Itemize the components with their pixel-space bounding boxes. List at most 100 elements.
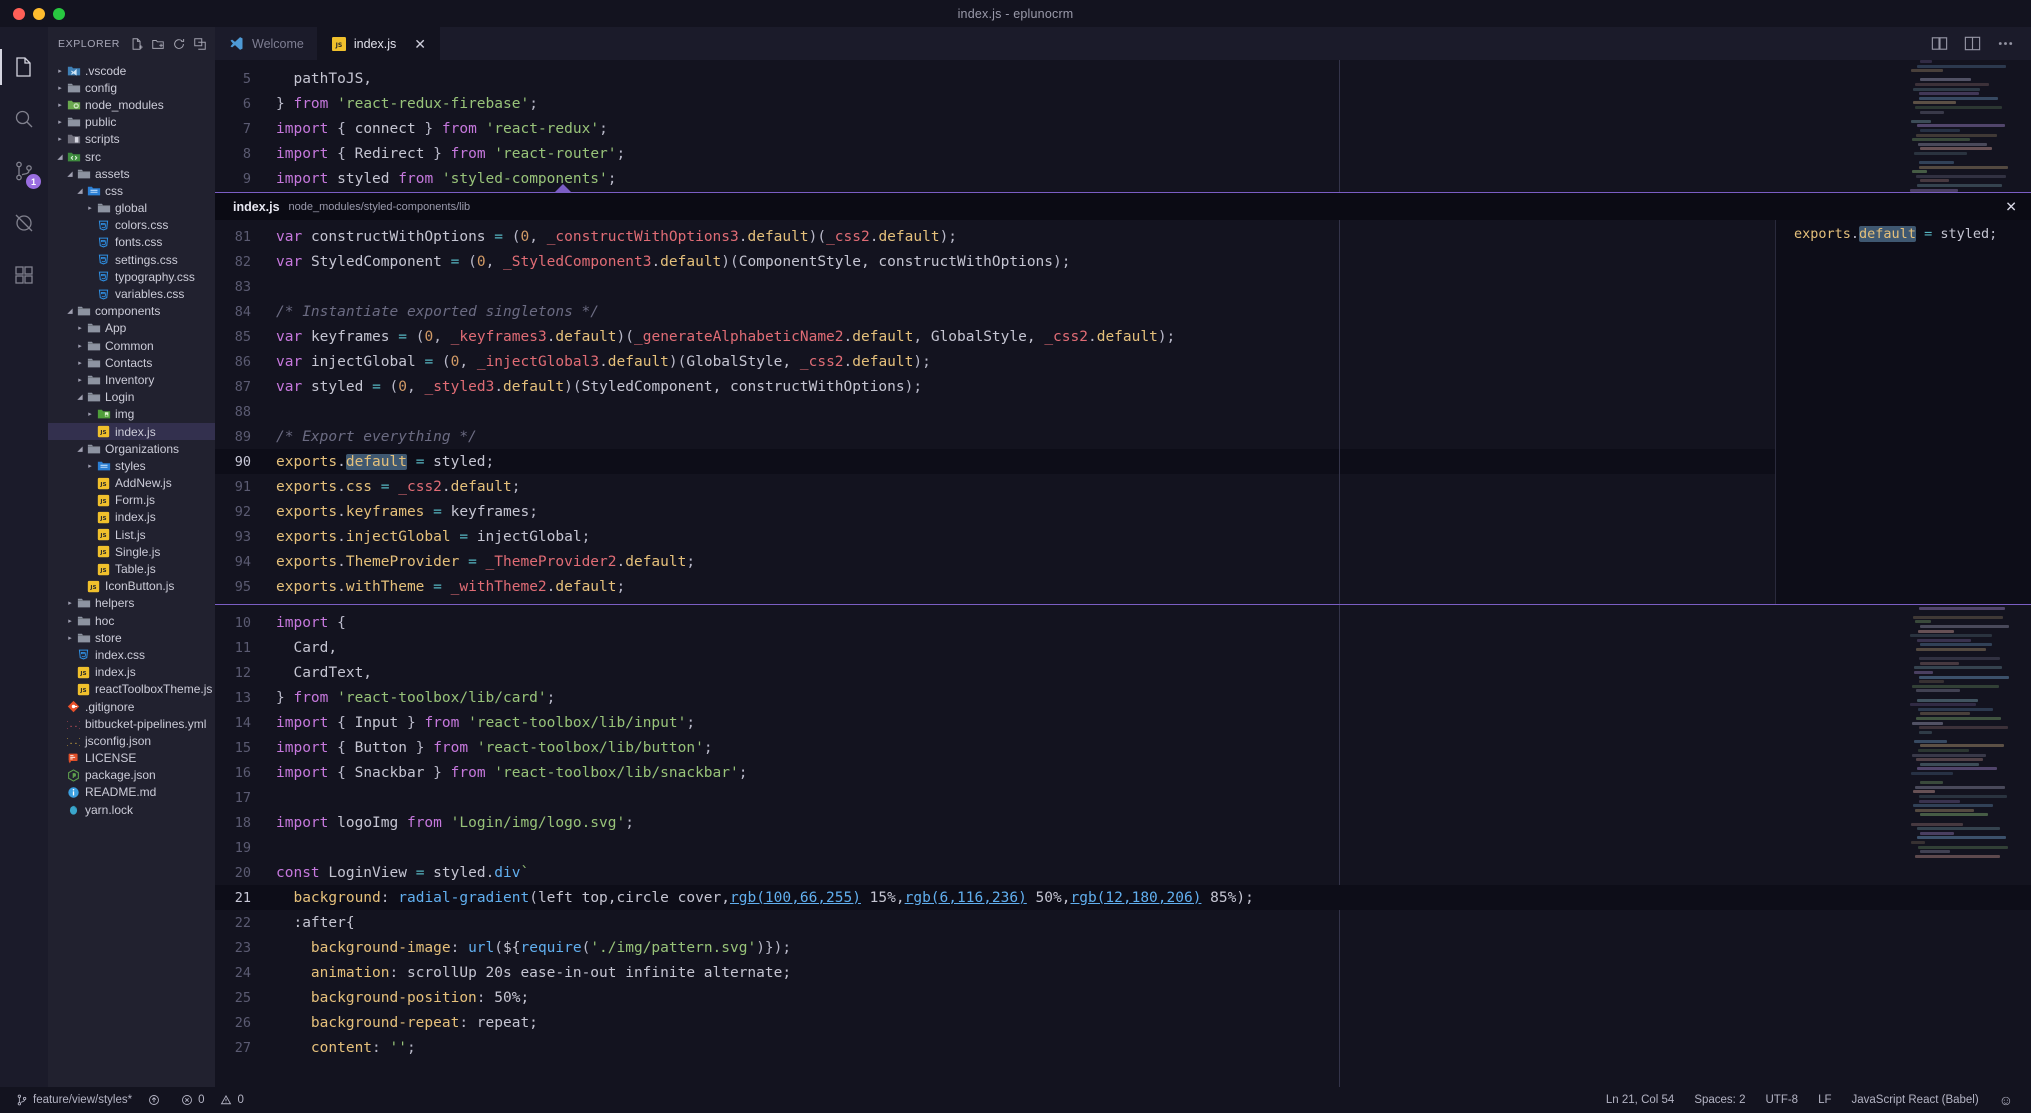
tree-folder-public[interactable]: ▸ public: [48, 114, 215, 131]
svg-text:JS: JS: [99, 482, 106, 488]
tree-file-index-css[interactable]: index.css: [48, 646, 215, 663]
collapse-all-icon[interactable]: [190, 34, 209, 53]
tree-folder-contacts[interactable]: ▸ Contacts: [48, 354, 215, 371]
tree-folder-helpers[interactable]: ▸ helpers: [48, 595, 215, 612]
activity-source-control[interactable]: 1: [0, 145, 48, 197]
tree-file-single-js[interactable]: JS Single.js: [48, 543, 215, 560]
code-line-text: background-image: url(${require('./img/p…: [310, 939, 792, 956]
status-errors[interactable]: 0: [173, 1087, 212, 1113]
peek-body[interactable]: 81 var constructWithOptions = (0, _constr…: [215, 220, 2031, 604]
tree-item-label: package.json: [85, 768, 156, 783]
folder-icon: [76, 304, 91, 318]
peek-indent-guide: [1339, 220, 1340, 604]
tree-file-package-json[interactable]: package.json: [48, 767, 215, 784]
tree-folder-img[interactable]: ▸ img: [48, 406, 215, 423]
status-cursor-position[interactable]: Ln 21, Col 54: [1596, 1087, 1684, 1113]
css-file-icon: [76, 648, 91, 661]
status-feedback-smiley-icon[interactable]: ☺: [1989, 1087, 2023, 1113]
tree-item-label: Contacts: [105, 355, 153, 370]
tree-file-reacttoolboxtheme-js[interactable]: JS reactToolboxTheme.js: [48, 681, 215, 698]
tree-file-list-js[interactable]: JS List.js: [48, 526, 215, 543]
tree-folder-inventory[interactable]: ▸ Inventory: [48, 371, 215, 388]
status-indentation[interactable]: Spaces: 2: [1684, 1087, 1755, 1113]
tree-file-jsconfig-json[interactable]: {..} jsconfig.json: [48, 732, 215, 749]
split-editor-icon[interactable]: [1963, 34, 1982, 53]
close-tab-icon[interactable]: ✕: [414, 37, 426, 51]
activity-search[interactable]: [0, 93, 48, 145]
tree-folder-app[interactable]: ▸ App: [48, 320, 215, 337]
file-tree[interactable]: ▸ .vscode ▸ config ▸ node_modules ▸ public ▸ sc…: [48, 60, 215, 1087]
code-line: 91 exports.css = _css2.default;: [215, 474, 2031, 499]
line-number: 83: [234, 278, 251, 295]
tree-file-readme-md[interactable]: README.md: [48, 784, 215, 801]
tree-file-settings-css[interactable]: settings.css: [48, 251, 215, 268]
chevron-down-icon: ◢: [77, 445, 83, 453]
tree-file-index-js[interactable]: JS index.js: [48, 422, 215, 441]
status-branch[interactable]: feature/view/styles*: [8, 1087, 140, 1113]
status-warnings[interactable]: 0: [212, 1087, 251, 1113]
line-number: 85: [234, 328, 251, 345]
tree-file-addnew-js[interactable]: JS AddNew.js: [48, 475, 215, 492]
new-file-icon[interactable]: [127, 34, 146, 53]
js-file-icon: JS: [76, 683, 91, 696]
tree-folder-login[interactable]: ◢ Login: [48, 389, 215, 406]
code-editor[interactable]: 5 pathToJS, 6} from 'react-redux-firebase…: [215, 60, 2031, 1087]
tree-folder-store[interactable]: ▸ store: [48, 629, 215, 646]
line-number: 10: [234, 614, 251, 631]
css-file-icon: [96, 253, 111, 266]
vscode-icon: [229, 36, 244, 51]
tree-file-variables-css[interactable]: variables.css: [48, 285, 215, 302]
ellipsis-icon[interactable]: [1996, 34, 2015, 53]
tree-file-iconbutton-js[interactable]: JS IconButton.js: [48, 578, 215, 595]
tree-file-yarn-lock[interactable]: yarn.lock: [48, 801, 215, 818]
tree-folder-common[interactable]: ▸ Common: [48, 337, 215, 354]
tree-folder-css[interactable]: ◢ css: [48, 182, 215, 199]
tree-file-index-js[interactable]: JS index.js: [48, 509, 215, 526]
tree-folder-styles[interactable]: ▸ styles: [48, 457, 215, 474]
tree-item-label: .vscode: [85, 63, 127, 78]
tree-item-label: App: [105, 321, 127, 336]
tree-folder-organizations[interactable]: ◢ Organizations: [48, 440, 215, 457]
tree-item-label: .gitignore: [85, 699, 135, 714]
peek-close-icon[interactable]: ✕: [2005, 198, 2017, 215]
new-folder-icon[interactable]: [148, 34, 167, 53]
activity-debug[interactable]: [0, 197, 48, 249]
tree-folder-scripts[interactable]: ▸ scripts: [48, 131, 215, 148]
status-eol[interactable]: LF: [1808, 1087, 1841, 1113]
tree-folder-global[interactable]: ▸ global: [48, 200, 215, 217]
status-encoding[interactable]: UTF-8: [1755, 1087, 1808, 1113]
line-number: 22: [234, 914, 251, 931]
tree-item-label: List.js: [115, 527, 146, 542]
tree-file-table-js[interactable]: JS Table.js: [48, 560, 215, 577]
tree-folder--vscode[interactable]: ▸ .vscode: [48, 62, 215, 79]
tree-file-bitbucket-pipelines-yml[interactable]: {..} bitbucket-pipelines.yml: [48, 715, 215, 732]
tree-folder-src[interactable]: ◢ src: [48, 148, 215, 165]
folder-icon: [86, 390, 101, 404]
tree-file-fonts-css[interactable]: fonts.css: [48, 234, 215, 251]
activity-explorer[interactable]: [0, 41, 48, 93]
tree-file-index-js[interactable]: JS index.js: [48, 664, 215, 681]
tree-item-label: Inventory: [105, 372, 155, 387]
code-line-text: exports.default = styled;: [276, 453, 495, 470]
tab-welcome[interactable]: Welcome: [215, 27, 318, 60]
tree-folder-node-modules[interactable]: ▸ node_modules: [48, 96, 215, 113]
activity-extensions[interactable]: [0, 249, 48, 301]
tree-file-typography-css[interactable]: typography.css: [48, 268, 215, 285]
refresh-icon[interactable]: [169, 34, 188, 53]
tree-item-label: components: [95, 304, 161, 319]
status-language-mode[interactable]: JavaScript React (Babel): [1842, 1087, 1989, 1113]
tree-folder-components[interactable]: ◢ components: [48, 303, 215, 320]
open-changes-icon[interactable]: [1930, 34, 1949, 53]
status-right: Ln 21, Col 54 Spaces: 2 UTF-8 LF JavaScr…: [1596, 1087, 2031, 1113]
tree-folder-hoc[interactable]: ▸ hoc: [48, 612, 215, 629]
peek-file-path: node_modules/styled-components/lib: [288, 200, 471, 213]
tree-folder-config[interactable]: ▸ config: [48, 79, 215, 96]
tree-file-colors-css[interactable]: colors.css: [48, 217, 215, 234]
tree-file-license[interactable]: LICENSE: [48, 750, 215, 767]
tree-file-form-js[interactable]: JS Form.js: [48, 492, 215, 509]
tree-folder-assets[interactable]: ◢ assets: [48, 165, 215, 182]
tab-index-js[interactable]: JS index.js ✕: [317, 27, 440, 60]
tree-file--gitignore[interactable]: .gitignore: [48, 698, 215, 715]
code-line: 86 var injectGlobal = (0, _injectGlobal3.…: [215, 349, 2031, 374]
status-sync[interactable]: [140, 1087, 173, 1113]
